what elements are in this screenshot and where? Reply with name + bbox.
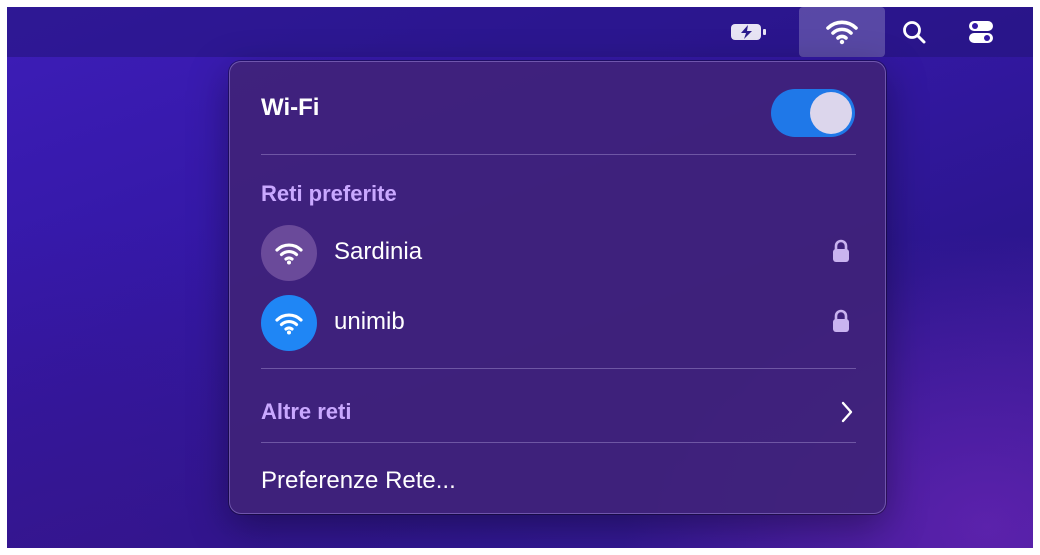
menu-bar (7, 7, 1033, 57)
network-row-sardinia[interactable]: Sardinia (230, 222, 885, 284)
toggle-knob (810, 92, 852, 134)
network-row-unimib[interactable]: unimib (230, 292, 885, 354)
lock-icon (832, 238, 850, 269)
network-name: unimib (334, 308, 405, 335)
divider (261, 368, 856, 369)
chevron-right-icon (840, 401, 854, 428)
network-preferences-link[interactable]: Preferenze Rete... (261, 467, 456, 495)
battery-icon[interactable] (723, 7, 775, 57)
network-name: Sardinia (334, 238, 423, 265)
wifi-menu-icon[interactable] (799, 7, 885, 57)
preferred-networks-label: Reti preferite (261, 181, 397, 206)
desktop: Wi-Fi Reti preferite Sardinia unimib Alt… (7, 7, 1033, 548)
divider (261, 442, 856, 443)
lock-icon (832, 308, 850, 339)
other-networks-row[interactable]: Altre reti (230, 387, 885, 437)
panel-title: Wi-Fi (261, 94, 320, 121)
wifi-icon (261, 295, 317, 351)
control-center-icon[interactable] (955, 7, 1007, 57)
wifi-toggle[interactable] (771, 89, 855, 137)
search-icon[interactable] (891, 7, 937, 57)
divider (261, 154, 856, 155)
other-networks-label: Altre reti (261, 399, 352, 424)
wifi-panel: Wi-Fi Reti preferite Sardinia unimib Alt… (229, 61, 886, 514)
wifi-icon (261, 225, 317, 281)
